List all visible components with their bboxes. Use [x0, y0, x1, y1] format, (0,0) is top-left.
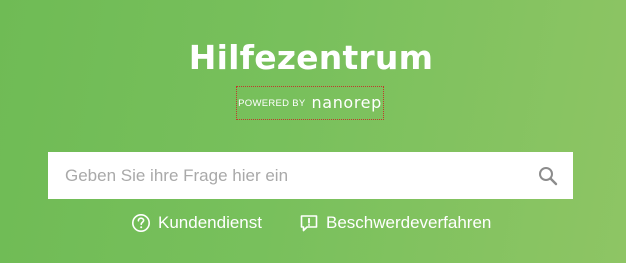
nanorep-logo: nanorep	[311, 93, 382, 112]
page-title: Hilfezentrum	[188, 38, 434, 77]
question-circle-icon	[131, 213, 151, 233]
customer-service-label: Kundendienst	[158, 213, 262, 232]
help-center-hero: Hilfezentrum POWERED BY nanorep Kundendi…	[0, 0, 626, 263]
complaints-label: Beschwerdeverfahren	[326, 213, 492, 232]
search-button[interactable]	[523, 152, 573, 199]
search-input[interactable]	[48, 152, 523, 199]
powered-by-label: POWERED BY	[238, 98, 306, 109]
complaints-link[interactable]: Beschwerdeverfahren	[299, 208, 491, 238]
help-links: Kundendienst Beschwerdeverfahren	[0, 208, 626, 238]
speech-bubble-exclamation-icon	[299, 213, 319, 233]
customer-service-link[interactable]: Kundendienst	[131, 208, 262, 238]
search-icon	[539, 166, 558, 185]
powered-by-badge[interactable]: POWERED BY nanorep	[236, 86, 384, 120]
search-bar	[48, 152, 573, 199]
